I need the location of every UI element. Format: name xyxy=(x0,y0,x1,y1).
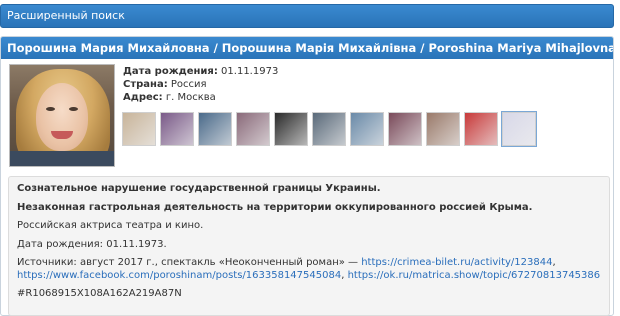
thumbnail-image[interactable] xyxy=(160,112,194,146)
thumbnail-image[interactable] xyxy=(312,112,346,146)
person-photo[interactable] xyxy=(9,64,115,167)
source-link-ok[interactable]: https://ok.ru/matrica.show/topic/6727081… xyxy=(348,270,601,281)
thumbnail-image[interactable] xyxy=(464,112,498,146)
sources: Источники: август 2017 г., спектакль «Не… xyxy=(17,257,601,282)
country-value: Россия xyxy=(170,79,207,90)
country-label: Страна: xyxy=(123,79,168,90)
source-link-facebook[interactable]: https://www.facebook.com/poroshinam/post… xyxy=(17,270,341,281)
birth-row: Дата рождения: 01.11.1973 xyxy=(123,65,278,78)
country-row: Страна: Россия xyxy=(123,78,278,91)
advanced-search-title[interactable]: Расширенный поиск xyxy=(7,9,125,22)
birth-label: Дата рождения: xyxy=(123,66,218,77)
sources-prefix: Источники: август 2017 г., спектакль «Не… xyxy=(17,257,362,268)
violation-2: Незаконная гастрольная деятельность на т… xyxy=(17,201,533,213)
source-link-crimea-bilet[interactable]: https://crimea-bilet.ru/activity/123844 xyxy=(361,257,552,268)
thumbnail-image[interactable] xyxy=(426,112,460,146)
thumbnail-image[interactable] xyxy=(350,112,384,146)
violation-1: Сознательное нарушение государственной г… xyxy=(17,183,381,194)
record-hash: #R1068915X108A162A219A87N xyxy=(17,288,182,299)
sources-separator-1: , xyxy=(552,257,556,268)
birth-value: 01.11.1973 xyxy=(221,66,279,77)
thumbnail-image[interactable] xyxy=(388,112,422,146)
thumbnail-image[interactable] xyxy=(274,112,308,146)
person-card: Порошина Мария Михайловна / Порошина Мар… xyxy=(0,36,614,316)
thumbnail-image[interactable] xyxy=(236,112,270,146)
description-box: Сознательное нарушение государственной г… xyxy=(8,176,610,316)
address-row: Адрес: г. Москва xyxy=(123,91,278,104)
address-value: г. Москва xyxy=(165,92,216,103)
profession: Российская актриса театра и кино. xyxy=(17,220,204,231)
address-label: Адрес: xyxy=(123,92,163,103)
thumbnail-image[interactable] xyxy=(198,112,232,146)
thumbnail-image[interactable] xyxy=(501,111,537,147)
advanced-search-panel[interactable]: Расширенный поиск xyxy=(0,4,614,28)
person-info: Дата рождения: 01.11.1973 Страна: Россия… xyxy=(123,65,278,104)
thumbnail-image[interactable] xyxy=(122,112,156,146)
birth-date-text: Дата рождения: 01.11.1973. xyxy=(17,238,167,250)
person-name-header: Порошина Мария Михайловна / Порошина Мар… xyxy=(1,37,613,59)
